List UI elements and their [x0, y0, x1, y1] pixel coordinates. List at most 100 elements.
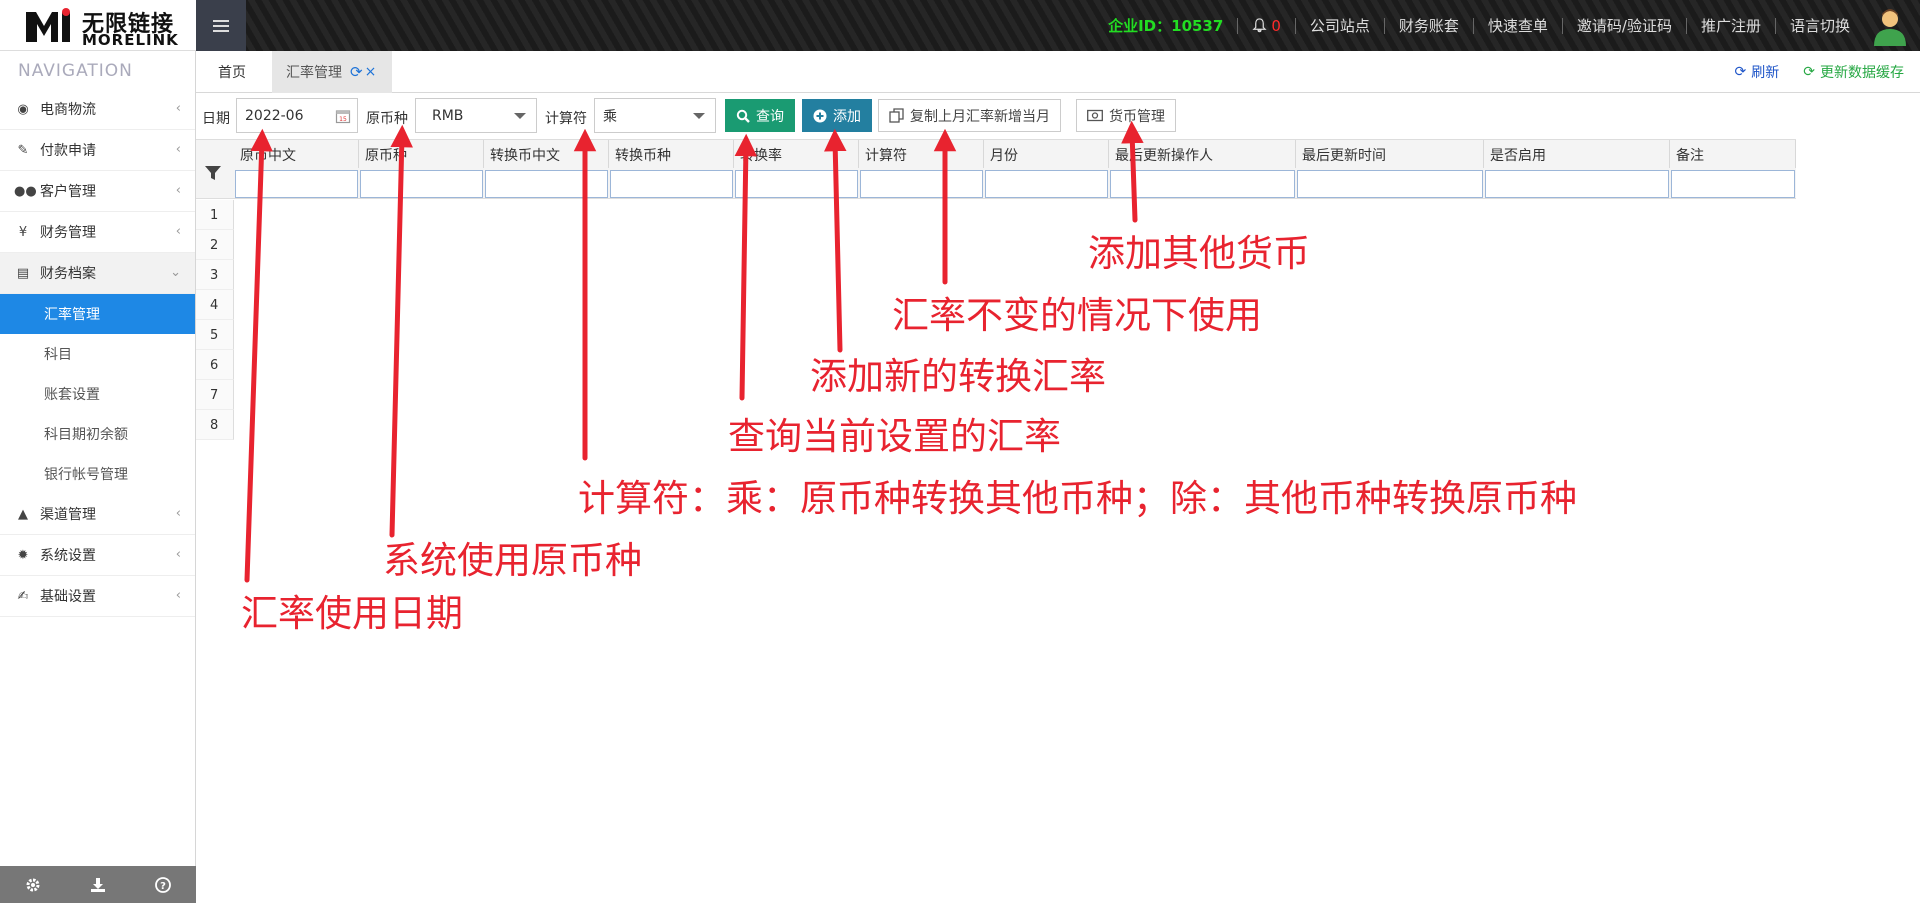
finance-books-link[interactable]: 财务账套 — [1383, 17, 1473, 34]
row-number: 3 — [196, 260, 234, 290]
logo[interactable]: 无限链接 MORELINK — [0, 0, 196, 51]
column-filter-input[interactable] — [1110, 170, 1295, 198]
add-button[interactable]: 添加 — [802, 99, 872, 132]
users-icon: ●● — [14, 183, 37, 199]
refresh-label: 刷新 — [1751, 65, 1780, 81]
svg-text:15: 15 — [339, 116, 347, 123]
row-number: 2 — [196, 230, 234, 260]
copy-last-month-label: 复制上月汇率新增当月 — [910, 108, 1050, 125]
notifications-button[interactable]: 0 — [1237, 17, 1295, 34]
road-icon: ▲ — [18, 506, 28, 522]
gear-icon: ✹ — [17, 547, 29, 563]
sidebar-item-channels[interactable]: ▲ 渠道管理 ‹ — [0, 494, 195, 535]
globe-icon: ◉ — [17, 101, 29, 117]
column-header-target-currency-cn[interactable]: 转换币中文 — [484, 140, 609, 168]
column-header-last-updater[interactable]: 最后更新操作人 — [1109, 140, 1296, 168]
chevron-left-icon: ‹ — [175, 588, 181, 603]
promo-register-link[interactable]: 推广注册 — [1685, 17, 1775, 34]
sidebar-item-payment[interactable]: ✎ 付款申请 ‹ — [0, 130, 195, 171]
refresh-icon[interactable]: ⟳ — [350, 63, 363, 81]
refresh-icon: ⟳ — [1803, 64, 1815, 80]
column-header-month[interactable]: 月份 — [984, 140, 1109, 168]
top-bar: 无限链接 MORELINK 企业ID：10537 0 公司站点 财务账套 快速查… — [0, 0, 1920, 51]
caret-down-icon — [693, 113, 705, 119]
download-icon[interactable] — [84, 871, 112, 899]
row-number: 8 — [196, 410, 234, 440]
help-icon[interactable]: ? — [149, 871, 177, 899]
book-icon: ▤ — [16, 265, 30, 281]
tab-home[interactable]: 首页 — [196, 51, 268, 93]
column-filter-input[interactable] — [1297, 170, 1483, 198]
chevron-down-icon: ⌄ — [170, 265, 181, 280]
column-filter-input[interactable] — [985, 170, 1108, 198]
close-icon[interactable]: × — [365, 64, 377, 80]
tab-exchange-rate[interactable]: 汇率管理 ⟳ × — [272, 51, 392, 93]
date-input[interactable]: 2022-06 15 — [236, 98, 358, 133]
sidebar-item-finance-archive[interactable]: ▤ 财务档案 ⌄ — [0, 253, 195, 294]
sidebar-subitem-accounts[interactable]: 科目 — [0, 334, 195, 374]
copy-last-month-button[interactable]: 复制上月汇率新增当月 — [878, 99, 1061, 132]
column-header-operator[interactable]: 计算符 — [859, 140, 984, 168]
invite-code-link[interactable]: 邀请码/验证码 — [1561, 17, 1686, 34]
annotation-operator: 计算符：乘：原币种转换其他币种；除：其他币种转换原币种 — [578, 477, 1577, 520]
operator-select[interactable]: 乘 — [594, 98, 716, 133]
currency-label: 原币种 — [366, 111, 408, 127]
column-header-rate[interactable]: 转换率 — [734, 140, 859, 168]
quick-lookup-link[interactable]: 快速查单 — [1472, 17, 1562, 34]
column-filter-input[interactable] — [1671, 170, 1795, 198]
annotation-currency: 系统使用原币种 — [383, 539, 642, 582]
refresh-icon: ⟳ — [1734, 64, 1747, 80]
sidebar-subitem-opening-balance[interactable]: 科目期初余额 — [0, 414, 195, 454]
sidebar-item-finance[interactable]: ¥ 财务管理 ‹ — [0, 212, 195, 253]
column-filter-input[interactable] — [485, 170, 608, 198]
logo-mark-icon — [26, 8, 70, 42]
sidebar-item-basic-settings[interactable]: ✍ 基础设置 ‹ — [0, 576, 195, 617]
tab-actions: ⟳ 刷新 ⟳ 更新数据缓存 — [1735, 51, 1904, 93]
gear-icon[interactable] — [19, 871, 47, 899]
sidebar-item-label: 系统设置 — [40, 548, 96, 564]
user-avatar-icon[interactable] — [1870, 6, 1910, 46]
search-icon — [736, 109, 750, 123]
chevron-left-icon: ‹ — [175, 506, 181, 521]
currency-management-button[interactable]: 货币管理 — [1076, 99, 1176, 132]
column-filter-input[interactable] — [1485, 170, 1669, 198]
column-filter-input[interactable] — [610, 170, 733, 198]
bell-icon — [1252, 18, 1267, 33]
tab-label: 汇率管理 — [286, 65, 342, 81]
column-header-target-currency[interactable]: 转换币种 — [609, 140, 734, 168]
money-icon — [1087, 109, 1103, 122]
sidebar-item-system-settings[interactable]: ✹ 系统设置 ‹ — [0, 535, 195, 576]
currency-select[interactable]: RMB — [415, 98, 537, 133]
chevron-left-icon: ‹ — [175, 101, 181, 116]
row-number: 4 — [196, 290, 234, 320]
company-id: 企业ID：10537 — [1108, 16, 1224, 35]
menu-toggle-button[interactable] — [196, 0, 246, 51]
sidebar-item-ecommerce[interactable]: ◉ 电商物流 ‹ — [0, 89, 195, 130]
filter-icon[interactable] — [204, 164, 222, 182]
sidebar-subitem-bank-accounts[interactable]: 银行帐号管理 — [0, 454, 195, 494]
logo-text-en: MORELINK — [82, 31, 179, 49]
company-site-link[interactable]: 公司站点 — [1294, 17, 1384, 34]
annotation-copy-last-month: 汇率不变的情况下使用 — [892, 294, 1262, 337]
add-label: 添加 — [833, 108, 861, 125]
column-header-enabled[interactable]: 是否启用 — [1484, 140, 1670, 168]
language-switch-link[interactable]: 语言切换 — [1774, 17, 1864, 34]
column-header-source-currency[interactable]: 原币种 — [359, 140, 484, 168]
column-filter-input[interactable] — [860, 170, 983, 198]
svg-text:?: ? — [160, 881, 166, 892]
query-button[interactable]: 查询 — [725, 99, 795, 132]
sidebar-item-label: 电商物流 — [40, 102, 96, 118]
column-header-source-currency-cn[interactable]: 原币中文 — [234, 140, 359, 168]
column-filter-input[interactable] — [235, 170, 358, 198]
sidebar-item-customers[interactable]: ●● 客户管理 ‹ — [0, 171, 195, 212]
column-filter-input[interactable] — [360, 170, 483, 198]
refresh-button[interactable]: ⟳ 刷新 — [1735, 62, 1780, 82]
column-header-last-update-time[interactable]: 最后更新时间 — [1296, 140, 1484, 168]
column-header-remarks[interactable]: 备注 — [1670, 140, 1796, 168]
update-cache-button[interactable]: ⟳ 更新数据缓存 — [1803, 62, 1904, 82]
sidebar: NAVIGATION ◉ 电商物流 ‹ ✎ 付款申请 ‹ ●● 客户管理 ‹ ¥… — [0, 51, 196, 903]
row-number: 6 — [196, 350, 234, 380]
sidebar-subitem-book-settings[interactable]: 账套设置 — [0, 374, 195, 414]
column-filter-input[interactable] — [735, 170, 858, 198]
sidebar-subitem-exchange-rate[interactable]: 汇率管理 — [0, 294, 195, 334]
